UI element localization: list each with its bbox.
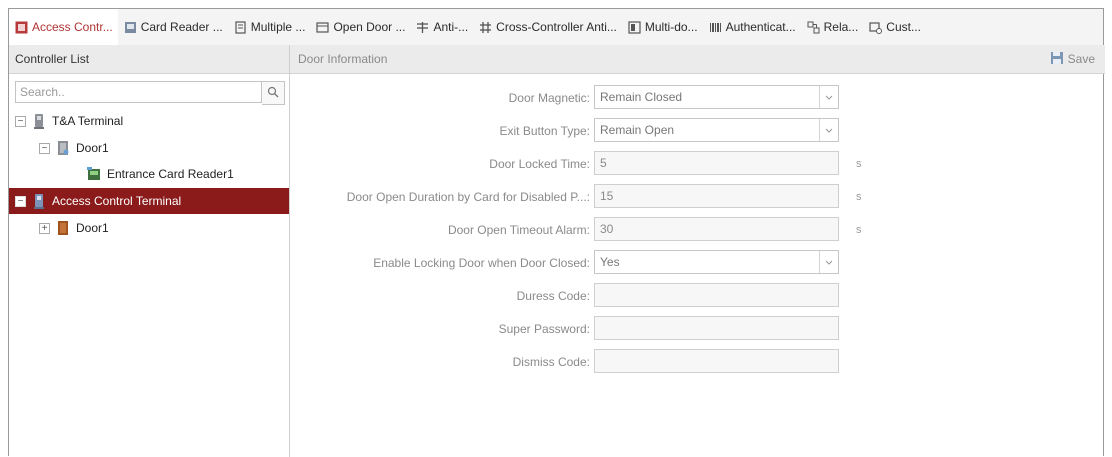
door-icon <box>56 140 70 156</box>
anti-passback-icon <box>416 21 429 34</box>
door-open-duration-row: Door Open Duration by Card for Disabled … <box>290 184 1105 210</box>
tab-label: Anti-... <box>433 20 469 34</box>
super-password-row: Super Password: <box>290 316 1105 342</box>
multi-door-icon <box>628 20 641 34</box>
search-icon <box>267 86 279 101</box>
door-magnetic-label: Door Magnetic: <box>508 91 590 105</box>
controller-list-panel: Controller List − T&A Terminal − <box>9 45 290 457</box>
search-input[interactable] <box>15 81 263 103</box>
exit-button-type-label: Exit Button Type: <box>499 124 591 138</box>
super-password-label: Super Password: <box>498 322 590 336</box>
door-open-duration-input[interactable]: 15 <box>594 184 839 208</box>
tab-authentication[interactable]: Authenticat... <box>703 9 801 45</box>
tab-label: Authenticat... <box>725 20 796 34</box>
super-password-input[interactable] <box>594 316 839 340</box>
select-value: Remain Closed <box>600 90 683 104</box>
duress-code-row: Duress Code: <box>290 283 1105 309</box>
tree-node-access-control-terminal[interactable]: − Access Control Terminal <box>9 188 289 214</box>
tab-custom[interactable]: Cust... <box>863 9 926 45</box>
door-information-panel: Door Information Save Door Magnetic: Rem… <box>290 45 1105 457</box>
dismiss-code-label: Dismiss Code: <box>512 355 590 369</box>
enable-locking-door-select[interactable]: Yes <box>594 250 839 274</box>
tab-label: Open Door ... <box>333 20 406 34</box>
panel-title: Door Information <box>298 52 388 66</box>
tree-node-label: Door1 <box>76 141 109 155</box>
enable-locking-door-row: Enable Locking Door when Door Closed: Ye… <box>290 250 1105 276</box>
tree-node-label: Entrance Card Reader1 <box>107 167 234 181</box>
collapse-toggle[interactable]: − <box>39 142 50 154</box>
card-reader-icon <box>87 166 101 182</box>
unit-label: s <box>856 158 862 170</box>
tree-node-entrance-card-reader[interactable]: Entrance Card Reader1 <box>87 161 285 187</box>
exit-button-type-select[interactable]: Remain Open <box>594 118 839 142</box>
save-label: Save <box>1067 52 1095 66</box>
tab-label: Multi-do... <box>644 20 698 34</box>
tree-node-label: Door1 <box>76 221 109 235</box>
unit-label: s <box>856 191 862 203</box>
tab-label: Cust... <box>886 20 921 34</box>
tab-anti[interactable]: Anti-... <box>410 9 473 45</box>
collapse-toggle[interactable]: − <box>15 115 26 127</box>
tab-access-control[interactable]: Access Contr... <box>9 9 118 45</box>
door-locked-time-row: Door Locked Time: 5 s <box>290 151 1105 177</box>
cross-controller-icon <box>479 21 492 34</box>
door-locked-time-input[interactable]: 5 <box>594 151 839 175</box>
custom-icon <box>869 21 883 34</box>
tab-label: Multiple ... <box>250 20 306 34</box>
tab-label: Card Reader ... <box>140 20 223 34</box>
save-button[interactable]: Save <box>1050 51 1095 68</box>
exit-button-type-row: Exit Button Type: Remain Open <box>290 118 1105 144</box>
relay-icon <box>807 21 820 34</box>
tree-node-door1-access[interactable]: + Door1 <box>39 215 285 241</box>
save-icon <box>1050 51 1064 68</box>
door-open-duration-label: Door Open Duration by Card for Disabled … <box>346 190 590 204</box>
card-reader-icon <box>124 21 137 34</box>
tree-node-door1[interactable]: − Door1 <box>39 135 285 161</box>
chevron-down-icon[interactable] <box>819 86 838 108</box>
tree-node-label: T&A Terminal <box>52 114 124 128</box>
duress-code-label: Duress Code: <box>516 289 590 303</box>
enable-locking-door-label: Enable Locking Door when Door Closed: <box>373 256 590 270</box>
tab-multiple[interactable]: Multiple ... <box>228 9 311 45</box>
select-value: Remain Open <box>600 123 675 137</box>
door-magnetic-row: Door Magnetic: Remain Closed <box>290 85 1105 111</box>
door-information-header: Door Information Save <box>290 45 1105 74</box>
door-icon <box>56 220 70 236</box>
door-locked-time-label: Door Locked Time: <box>489 157 590 171</box>
tree-node-label: Access Control Terminal <box>52 194 182 208</box>
chevron-down-icon[interactable] <box>819 119 838 141</box>
tree-node-ta-terminal[interactable]: − T&A Terminal <box>15 108 285 134</box>
controller-list-header: Controller List <box>9 45 289 74</box>
collapse-toggle[interactable]: − <box>15 195 26 207</box>
door-open-timeout-alarm-label: Door Open Timeout Alarm: <box>447 223 590 237</box>
tab-label: Rela... <box>823 20 859 34</box>
tab-label: Cross-Controller Anti... <box>496 20 617 34</box>
dismiss-code-input[interactable] <box>594 349 839 373</box>
tab-open-door[interactable]: Open Door ... <box>310 9 410 45</box>
calendar-icon <box>316 21 330 34</box>
tab-label: Access Contr... <box>32 20 113 34</box>
terminal-icon <box>32 113 46 129</box>
app-window: Access Contr... Card Reader ... Multiple… <box>8 8 1105 457</box>
tab-relay[interactable]: Rela... <box>801 9 864 45</box>
tab-bar: Access Contr... Card Reader ... Multiple… <box>9 9 1103 46</box>
barcode-icon <box>709 21 722 34</box>
tab-multi-door[interactable]: Multi-do... <box>622 9 703 45</box>
search-row <box>15 81 285 105</box>
tab-cross-controller[interactable]: Cross-Controller Anti... <box>473 9 622 45</box>
access-control-icon <box>15 21 28 34</box>
building-icon <box>234 20 247 34</box>
select-value: Yes <box>600 255 620 269</box>
dismiss-code-row: Dismiss Code: <box>290 349 1105 375</box>
door-magnetic-select[interactable]: Remain Closed <box>594 85 839 109</box>
chevron-down-icon[interactable] <box>819 251 838 273</box>
duress-code-input[interactable] <box>594 283 839 307</box>
unit-label: s <box>856 224 862 236</box>
search-button[interactable] <box>262 81 285 105</box>
expand-toggle[interactable]: + <box>39 222 50 234</box>
terminal-icon <box>32 193 46 209</box>
door-open-timeout-alarm-input[interactable]: 30 <box>594 217 839 241</box>
tab-card-reader[interactable]: Card Reader ... <box>118 9 228 45</box>
door-open-timeout-alarm-row: Door Open Timeout Alarm: 30 s <box>290 217 1105 243</box>
